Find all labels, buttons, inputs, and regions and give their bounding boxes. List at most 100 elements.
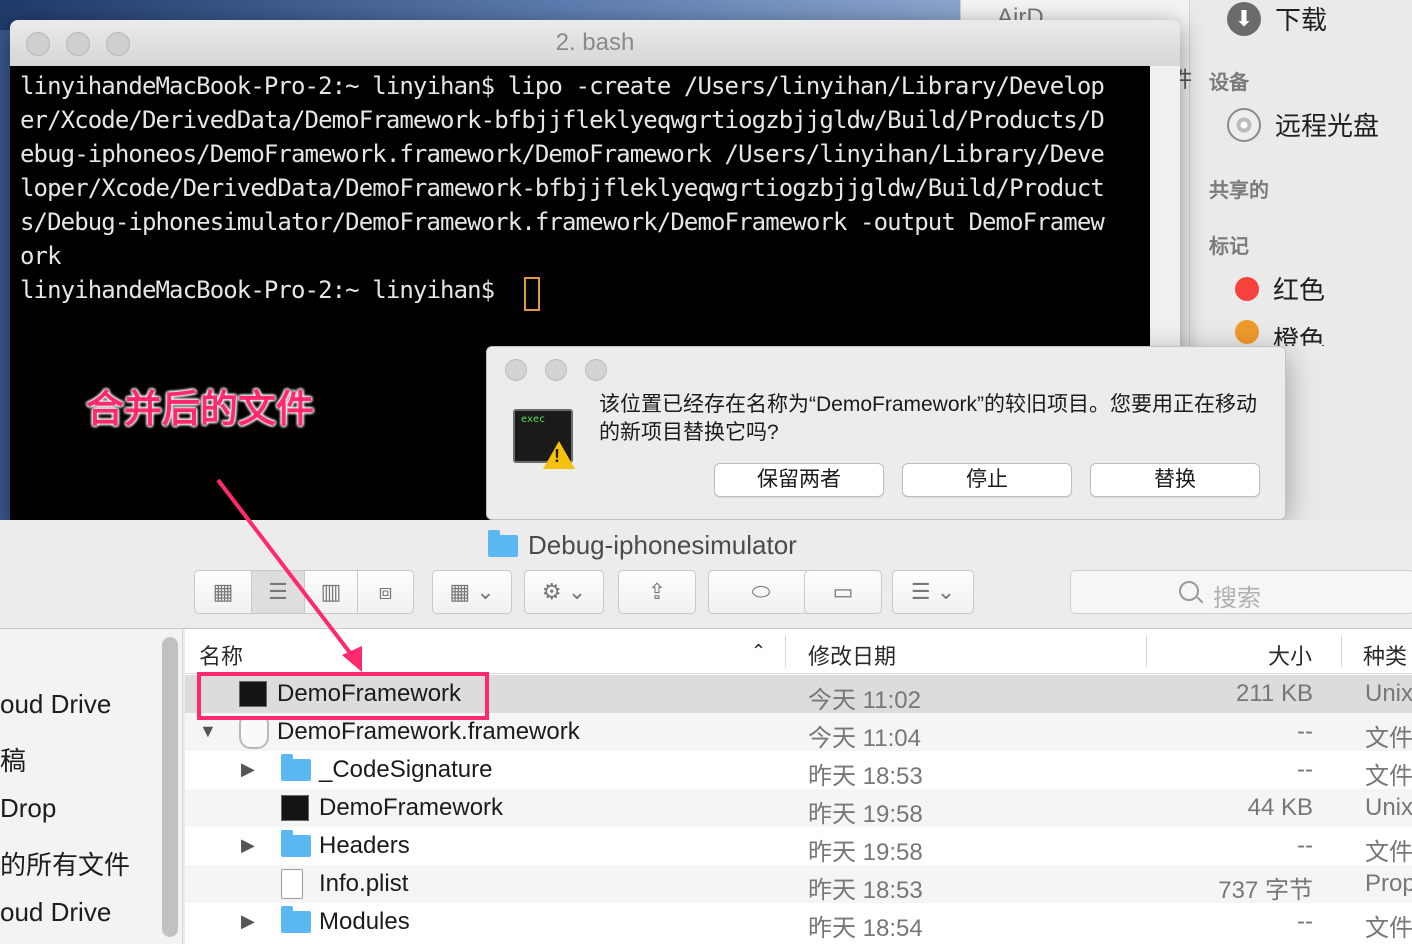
disclosure-closed-icon[interactable]: ▶ bbox=[241, 835, 255, 856]
stop-button[interactable]: 停止 bbox=[902, 463, 1072, 497]
coverflow-view-button[interactable]: ⧈ bbox=[358, 571, 413, 613]
list-icon: ☰ bbox=[268, 579, 288, 604]
table-row[interactable]: ▶ Modules 昨天 18:54 -- 文件 bbox=[185, 903, 1412, 942]
gear-icon: ⚙ ⌄ bbox=[541, 579, 587, 604]
search-icon bbox=[1179, 581, 1199, 601]
new-folder-button[interactable]: ▭ bbox=[804, 570, 882, 614]
view-mode-segmented: ▦ ☰ ▥ ⧈ bbox=[194, 570, 414, 614]
column-header-date[interactable]: 修改日期 bbox=[808, 639, 896, 671]
sidebar-item-tag-red[interactable]: 红色 bbox=[1235, 270, 1325, 307]
cell-kind: 文件 bbox=[1365, 725, 1412, 752]
cell-date: 昨天 18:54 bbox=[808, 915, 923, 942]
cell-kind: 文件 bbox=[1365, 839, 1412, 866]
column-divider bbox=[1146, 635, 1147, 667]
cell-date: 今天 11:04 bbox=[808, 725, 921, 752]
tag-icon: ⬭ bbox=[751, 579, 771, 604]
new-folder-icon: ▭ bbox=[832, 579, 854, 604]
terminal-line: er/Xcode/DerivedData/DemoFramework-bfbjj… bbox=[20, 106, 1105, 134]
window-title: Debug-iphonesimulator bbox=[488, 529, 797, 561]
cell-date: 今天 11:02 bbox=[808, 687, 921, 714]
close-button[interactable] bbox=[505, 359, 527, 381]
sidebar-item-icloud[interactable]: oud Drive bbox=[0, 689, 111, 720]
framework-icon bbox=[239, 717, 269, 749]
finder-sidebar: oud Drive 稿 Drop 的所有文件 oud Drive bbox=[0, 629, 183, 944]
list-view-button[interactable]: ☰ bbox=[252, 571, 305, 613]
keep-both-button[interactable]: 保留两者 bbox=[714, 463, 884, 497]
sidebar-item-airdrop[interactable]: Drop bbox=[0, 793, 56, 824]
column-header-size[interactable]: 大小 bbox=[1268, 639, 1312, 671]
plist-icon bbox=[281, 869, 303, 899]
column-header-name[interactable]: 名称 bbox=[199, 639, 243, 671]
cell-name: Modules bbox=[319, 908, 410, 935]
cell-date: 昨天 18:53 bbox=[808, 877, 923, 904]
cell-kind: 文件 bbox=[1365, 915, 1412, 942]
disclosure-open-icon[interactable]: ▼ bbox=[199, 721, 217, 742]
sidebar-item-all-files[interactable]: 的所有文件 bbox=[0, 845, 130, 882]
sidebar-item-drafts[interactable]: 稿 bbox=[0, 741, 26, 778]
sidebar-item-tag-orange[interactable]: 橙色 bbox=[1235, 320, 1325, 346]
table-row[interactable]: ▶ _CodeSignature 昨天 18:53 -- 文件 bbox=[185, 751, 1412, 790]
terminal-title: 2. bash bbox=[555, 29, 635, 56]
cell-size: -- bbox=[1297, 756, 1313, 783]
folder-icon bbox=[488, 529, 518, 557]
disclosure-closed-icon[interactable]: ▶ bbox=[241, 911, 255, 932]
cell-date: 昨天 18:53 bbox=[808, 763, 923, 790]
cell-name: Info.plist bbox=[319, 870, 409, 897]
coverflow-icon: ⧈ bbox=[378, 579, 393, 604]
exec-icon-label: exec bbox=[521, 414, 546, 425]
terminal-line: linyihandeMacBook-Pro-2:~ linyihan$ lipo… bbox=[20, 72, 1105, 100]
terminal-cursor bbox=[524, 277, 540, 311]
folder-icon bbox=[281, 754, 311, 781]
folder-icon bbox=[281, 906, 311, 933]
group-icon: ☰ ⌄ bbox=[910, 579, 956, 604]
replace-dialog: exec ! 该位置已经存在名称为“DemoFramework”的较旧项目。您要… bbox=[486, 346, 1286, 520]
window-title-text: Debug-iphonesimulator bbox=[528, 530, 797, 560]
arrange-icon: ▦ ⌄ bbox=[449, 579, 495, 604]
folder-icon bbox=[281, 830, 311, 857]
search-input[interactable]: 搜索 bbox=[1070, 570, 1412, 614]
cell-kind: Unix bbox=[1365, 794, 1412, 821]
arrange-button[interactable]: ▦ ⌄ bbox=[432, 570, 512, 614]
table-row[interactable]: DemoFramework 昨天 19:58 44 KB Unix bbox=[185, 789, 1412, 828]
tags-button[interactable]: ⬭ bbox=[708, 570, 814, 614]
table-row[interactable]: ▶ Headers 昨天 19:58 -- 文件 bbox=[185, 827, 1412, 866]
sort-chevron-up-icon[interactable]: ⌃ bbox=[751, 641, 766, 662]
sidebar-header-shared: 共享的 bbox=[1209, 180, 1269, 202]
column-divider bbox=[1341, 635, 1342, 667]
annotation-label: 合并后的文件 bbox=[86, 389, 315, 431]
cell-name: DemoFramework bbox=[319, 794, 504, 821]
sidebar-header-devices: 设备 bbox=[1209, 72, 1249, 94]
cell-size: 211 KB bbox=[1236, 680, 1313, 707]
share-button[interactable]: ⇪ bbox=[618, 570, 696, 614]
warning-mark: ! bbox=[554, 446, 560, 466]
sidebar-item-label: 远程光盘 bbox=[1275, 111, 1380, 141]
cell-date: 昨天 19:58 bbox=[808, 839, 923, 866]
sidebar-item-remote-disc[interactable]: 远程光盘 bbox=[1227, 106, 1379, 143]
group-button[interactable]: ☰ ⌄ bbox=[892, 570, 974, 614]
terminal-prompt: linyihandeMacBook-Pro-2:~ linyihan$ bbox=[20, 276, 508, 304]
minimize-button[interactable] bbox=[545, 359, 567, 381]
zoom-button[interactable] bbox=[585, 359, 607, 381]
replace-button[interactable]: 替换 bbox=[1090, 463, 1260, 497]
disclosure-closed-icon[interactable]: ▶ bbox=[241, 759, 255, 780]
sidebar-header-tags: 标记 bbox=[1209, 236, 1249, 258]
column-header-kind[interactable]: 种类 bbox=[1363, 639, 1407, 671]
cell-size: -- bbox=[1297, 718, 1313, 745]
icon-view-button[interactable]: ▦ bbox=[195, 571, 252, 613]
sidebar-scrollbar[interactable] bbox=[162, 637, 178, 937]
dialog-message: 该位置已经存在名称为“DemoFramework”的较旧项目。您要用正在移动的新… bbox=[599, 393, 1258, 444]
sidebar-item-downloads[interactable]: ⬇ 下载 bbox=[1227, 0, 1327, 37]
share-icon: ⇪ bbox=[647, 579, 667, 604]
orange-tag-icon bbox=[1235, 320, 1259, 344]
terminal-titlebar: 2. bash bbox=[10, 20, 1180, 67]
action-button[interactable]: ⚙ ⌄ bbox=[524, 570, 604, 614]
cell-size: -- bbox=[1297, 908, 1313, 935]
search-placeholder: 搜索 bbox=[1213, 585, 1261, 612]
columns-icon: ▥ bbox=[320, 579, 342, 604]
sidebar-item-label: 红色 bbox=[1273, 275, 1326, 305]
sidebar-item-label: 下载 bbox=[1275, 5, 1328, 35]
sidebar-item-icloud-2[interactable]: oud Drive bbox=[0, 897, 111, 928]
table-row[interactable]: Info.plist 昨天 18:53 737 字节 Prop bbox=[185, 865, 1412, 904]
terminal-line: ork bbox=[20, 242, 62, 270]
column-view-button[interactable]: ▥ bbox=[305, 571, 358, 613]
